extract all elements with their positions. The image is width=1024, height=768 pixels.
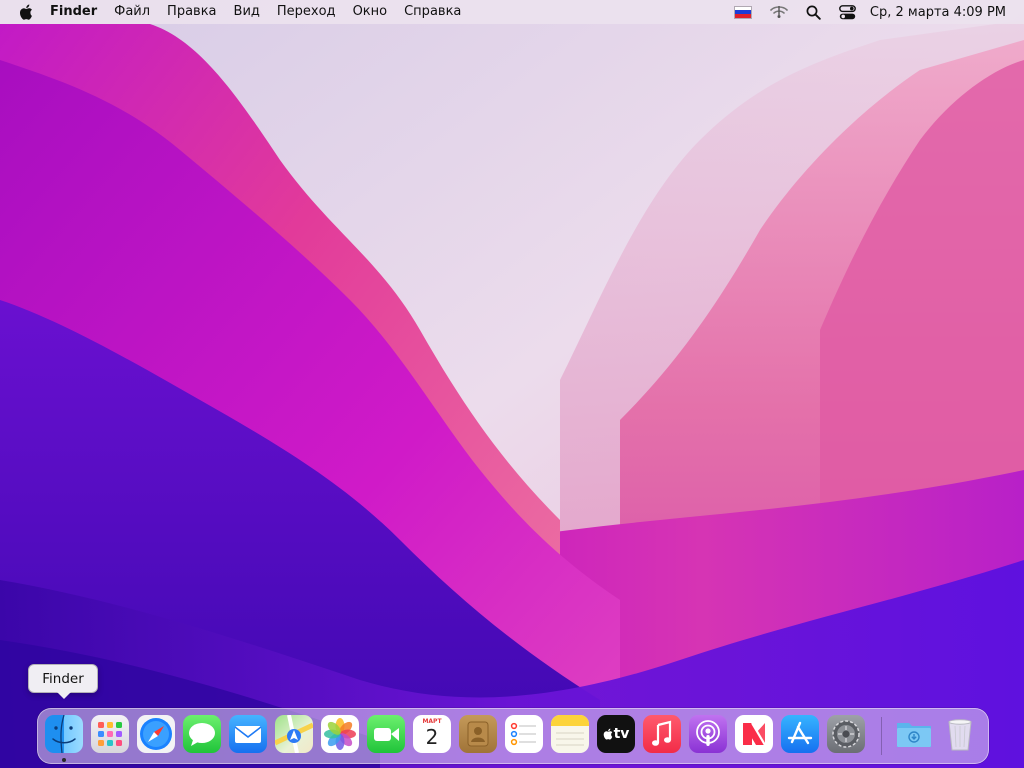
menu-window[interactable]: Окно (344, 0, 396, 24)
apple-tv-icon[interactable]: tv (597, 715, 635, 753)
dock: МАРТ 2 tv (37, 708, 989, 764)
spotlight-search-icon[interactable] (806, 5, 821, 20)
system-preferences-icon[interactable] (827, 715, 865, 753)
facetime-icon[interactable] (367, 715, 405, 753)
desktop-wallpaper (0, 0, 1024, 768)
trash-icon[interactable] (941, 715, 979, 753)
menu-file[interactable]: Файл (106, 0, 159, 24)
reminders-icon[interactable] (505, 715, 543, 753)
maps-icon[interactable] (275, 715, 313, 753)
podcasts-icon[interactable] (689, 715, 727, 753)
mail-icon[interactable] (229, 715, 267, 753)
contacts-icon[interactable] (459, 715, 497, 753)
menu-view[interactable]: Вид (225, 0, 268, 24)
apple-menu-icon[interactable] (18, 3, 34, 21)
menu-edit[interactable]: Правка (159, 0, 225, 24)
menu-bar-left: Finder Файл Правка Вид Переход Окно Спра… (0, 0, 470, 24)
input-source-russian-flag-icon[interactable] (733, 5, 752, 19)
dock-separator (881, 717, 882, 755)
finder-icon[interactable] (45, 715, 83, 753)
app-store-icon[interactable] (781, 715, 819, 753)
menu-bar-tray: Ср, 2 марта 4:09 PM (716, 0, 1024, 24)
calendar-icon[interactable]: МАРТ 2 (413, 715, 451, 753)
music-icon[interactable] (643, 715, 681, 753)
apple-tv-label: tv (613, 726, 630, 742)
downloads-folder-icon[interactable] (895, 715, 933, 753)
wifi-off-icon[interactable] (770, 5, 788, 19)
dock-tooltip: Finder (28, 664, 98, 699)
menu-bar: Finder Файл Правка Вид Переход Окно Спра… (0, 0, 1024, 24)
launchpad-icon[interactable] (91, 715, 129, 753)
calendar-day-label: 2 (425, 725, 439, 749)
menu-bar-clock[interactable]: Ср, 2 марта 4:09 PM (870, 5, 1006, 20)
messages-icon[interactable] (183, 715, 221, 753)
news-icon[interactable] (735, 715, 773, 753)
menu-help[interactable]: Справка (396, 0, 470, 24)
calendar-month-label: МАРТ (422, 718, 442, 725)
menu-app-name[interactable]: Finder (50, 0, 106, 24)
notes-icon[interactable] (551, 715, 589, 753)
photos-icon[interactable] (321, 715, 359, 753)
finder-running-indicator (62, 758, 66, 762)
safari-icon[interactable] (137, 715, 175, 753)
control-center-icon[interactable] (839, 4, 856, 20)
menu-go[interactable]: Переход (268, 0, 344, 24)
